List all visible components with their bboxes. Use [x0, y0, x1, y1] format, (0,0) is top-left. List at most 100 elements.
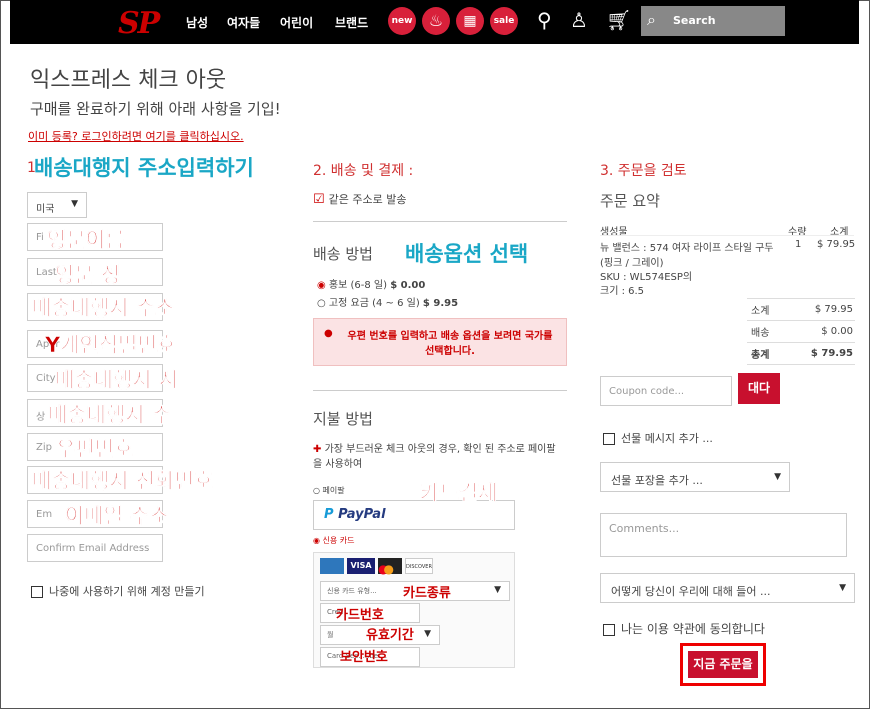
chevron-down-icon: ▼ [424, 629, 431, 639]
comments-textarea[interactable]: Comments... [600, 513, 847, 557]
user-icon[interactable]: ♙ [570, 8, 588, 32]
site-logo[interactable]: SP [118, 6, 160, 41]
chevron-down-icon: ▼ [494, 585, 501, 595]
exp-month-value: 월 [327, 631, 334, 639]
amex-icon [320, 558, 344, 574]
item-price: $ 79.95 [817, 239, 856, 250]
total-label: 총계 [751, 350, 770, 361]
subtotal-label: 소계 [751, 306, 770, 317]
alert-text: 우편 번호를 입력하고 배송 옵션을 보려면 국가를 선택합니다. [347, 331, 553, 357]
gift-wrap-value: 선물 포장을 추가 ... [611, 474, 703, 487]
annotation-city: 배송대행지 시 [55, 368, 179, 393]
annotation-address: 배송대행지 주소 [32, 296, 175, 321]
divider [313, 390, 567, 391]
discover-icon: DISCOVER [405, 558, 433, 574]
item-sku: SKU : WL574ESP의 [600, 272, 693, 283]
annotation-shipping-address: 배송대행지 주소입력하기 [34, 156, 254, 180]
login-link[interactable]: 이미 등록? 로그인하려면 여기를 클릭하십시오. [28, 128, 244, 144]
nav-men[interactable]: 남성 [186, 14, 208, 31]
gift-message-label: 선물 메시지 추가 ... [621, 432, 713, 445]
terms-checkbox[interactable]: 나는 이용 약관에 동의합니다 [603, 620, 765, 637]
search-icon: ⌕ [647, 10, 656, 29]
calendar-icon[interactable]: ▦ [456, 7, 484, 35]
radio-selected-icon: ◉ [317, 280, 326, 291]
paypal-text: PayPal [338, 507, 386, 522]
card-radio[interactable]: ◉ 신용 카드 [313, 535, 355, 546]
option-label: 홍보 (6-8 일) [328, 280, 388, 291]
annotation-cvv: 보안번호 [340, 650, 388, 665]
annotation-zip: 우편번호 [56, 437, 134, 462]
item-name: 뉴 밸런스 : 574 여자 라이프 스타일 구두 (핑크 / 그레이) [600, 243, 774, 269]
search-box[interactable]: ⌕ Search [641, 6, 785, 36]
mastercard-icon: ●● [378, 558, 402, 576]
create-account-checkbox[interactable]: 나중에 사용하기 위해 계정 만들기 [31, 583, 205, 599]
card-type-value: 신용 카드 유형... [327, 587, 377, 595]
annotation-first-name: 영문이름 [47, 228, 125, 253]
nav-kids[interactable]: 어린이 [280, 14, 313, 31]
option-label: 고정 요금 (4 ~ 6 일) [328, 298, 420, 309]
annotation-expiry: 유효기간 [366, 628, 414, 643]
payment-note-text: 가장 부드러운 체크 아웃의 경우, 확인 된 주소로 페이팔을 사용하여 [313, 444, 556, 470]
nav-women[interactable]: 여자들 [227, 14, 260, 31]
gift-wrap-select[interactable]: 선물 포장을 추가 ... ▼ [600, 462, 790, 492]
location-pin-icon[interactable]: ⚲ [537, 8, 552, 32]
annotation-state: 배송대행지 주 [48, 403, 172, 428]
terms-label: 나는 이용 약관에 동의합니다 [621, 622, 765, 636]
checkbox-icon [603, 623, 615, 636]
visa-icon: VISA [347, 558, 375, 574]
create-account-label: 나중에 사용하기 위해 계정 만들기 [49, 585, 205, 598]
page-subtitle: 구매를 완료하기 위해 아래 사항을 기입! [30, 100, 281, 118]
country-select[interactable]: 미국 ▼ [27, 192, 87, 218]
checkmark-icon: ☑ [313, 192, 325, 207]
divider [600, 235, 854, 236]
coupon-input[interactable]: Coupon code... [600, 376, 732, 406]
shipping-option-2[interactable]: ○ 고정 요금 (4 ~ 6 일) $ 9.95 [317, 294, 458, 309]
chevron-down-icon: ▼ [71, 199, 78, 209]
annotation-card-type: 카드종류 [403, 586, 451, 601]
item-qty: 1 [795, 239, 802, 250]
page-title: 익스프레스 체크 아웃 [30, 68, 227, 93]
annotation-email: 이메일 주소 [65, 504, 170, 529]
option-price: $ 0.00 [390, 280, 426, 291]
annotation-personal-id: Y개인식별번호 [45, 333, 177, 358]
search-input[interactable]: Search [673, 14, 716, 27]
checkbox-icon [603, 433, 615, 445]
gift-message-checkbox[interactable]: 선물 메시지 추가 ... [603, 430, 713, 446]
item-size: 크기 : 6.5 [600, 286, 645, 297]
shipping-label: 배송 [751, 328, 770, 339]
sale-icon[interactable]: sale [490, 7, 518, 35]
alert-icon: ● [324, 328, 333, 339]
top-nav: SP 남성 여자들 어린이 브랜드 new ♨ ▦ sale ⚲ ♙ 🛒︎ ⌕ … [10, 0, 859, 44]
country-value: 미국 [36, 204, 55, 215]
payment-method-title: 지불 방법 [313, 410, 373, 428]
totals-table: 소계 $ 79.95 배송 $ 0.00 총계 $ 79.95 [747, 298, 855, 365]
annotation-card-number: 카드번호 [336, 608, 384, 623]
paypal-radio[interactable]: ○ 페이팔 [313, 485, 345, 496]
radio-icon: ○ [317, 298, 326, 309]
option-price: $ 9.95 [422, 298, 459, 309]
subtotal-value: $ 79.95 [814, 304, 853, 315]
same-address-checkbox[interactable]: ☑ 같은 주소로 발송 [313, 191, 407, 207]
order-summary-title: 주문 요약 [600, 192, 660, 210]
checkbox-icon [31, 586, 43, 598]
referral-select[interactable]: 어떻게 당신이 우리에 대해 들어 ... ▼ [600, 573, 855, 603]
gift-icon: ✚ [313, 444, 322, 455]
shipping-option-1[interactable]: ◉ 홍보 (6-8 일) $ 0.00 [317, 276, 425, 291]
card-radio-label: 신용 카드 [322, 536, 355, 545]
referral-value: 어떻게 당신이 우리에 대해 들어 ... [611, 585, 771, 598]
fire-icon[interactable]: ♨ [422, 7, 450, 35]
shipping-value: $ 0.00 [821, 326, 853, 337]
apply-coupon-button[interactable]: 대다 [738, 373, 780, 404]
chevron-down-icon: ▼ [839, 583, 846, 593]
total-value: $ 79.95 [810, 348, 853, 359]
annotation-phone: 배송대행지 전화번호 [32, 469, 214, 494]
cart-icon[interactable]: 🛒︎ [606, 8, 631, 32]
confirm-email-field[interactable]: Confirm Email Address [27, 534, 163, 562]
step3-title: 3. 주문을 검토 [600, 163, 687, 179]
place-order-button[interactable]: 지금 주문을 [680, 643, 766, 686]
new-icon[interactable]: new [388, 7, 416, 35]
paypal-radio-label: 페이팔 [322, 486, 345, 495]
annotation-shipping-option: 배송옵션 선택 [405, 242, 529, 266]
nav-brand[interactable]: 브랜드 [335, 14, 368, 31]
same-address-label: 같은 주소로 발송 [328, 193, 407, 206]
